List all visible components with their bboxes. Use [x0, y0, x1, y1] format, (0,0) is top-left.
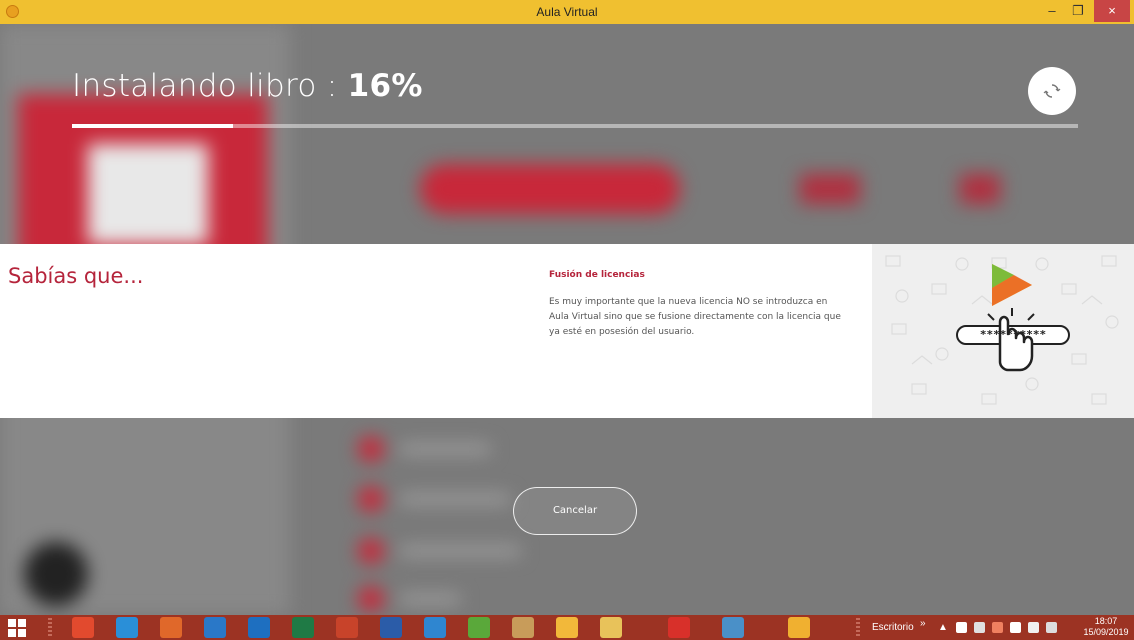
install-progress-bar [72, 124, 1078, 128]
password-field-illustration: ********** [979, 328, 1047, 341]
google-drive-icon[interactable] [556, 617, 578, 638]
install-percent: 16% [347, 68, 423, 104]
powerpoint-icon[interactable] [336, 617, 358, 638]
background-text-line [400, 444, 490, 454]
background-badge [960, 174, 1000, 204]
windows-logo-icon [8, 619, 16, 627]
clock-date: 15/09/2019 [1083, 627, 1129, 637]
window-titlebar: Aula Virtual – ❐ × [0, 0, 1134, 24]
taskbar-separator [856, 618, 860, 638]
chrome-icon[interactable] [72, 617, 94, 638]
background-bullet [358, 436, 384, 462]
background-text-line [400, 594, 460, 604]
utorrent-icon[interactable] [468, 617, 490, 638]
flag-icon[interactable] [1028, 622, 1039, 633]
excel-icon[interactable] [292, 617, 314, 638]
outlook-icon[interactable] [248, 617, 270, 638]
background-text-line [400, 546, 520, 556]
network-sync-icon[interactable] [974, 622, 985, 633]
minimize-button[interactable]: – [1040, 0, 1064, 22]
install-progress-fill [72, 124, 233, 128]
taskbar-separator [48, 618, 52, 638]
antivirus-icon[interactable] [992, 622, 1003, 633]
taskbar-clock[interactable]: 18:07 15/09/2019 [1082, 616, 1130, 638]
notification-icon[interactable] [1046, 622, 1057, 633]
background-bullet [358, 586, 384, 612]
background-book-image [88, 144, 208, 244]
clock-time: 18:07 [1094, 616, 1118, 626]
desktop-toolbar-label[interactable]: Escritorio [872, 615, 914, 640]
windows-logo-icon [8, 629, 16, 637]
tip-illustration: ********** [872, 244, 1134, 418]
internet-explorer-icon[interactable] [116, 617, 138, 638]
network-app-icon[interactable] [722, 617, 744, 638]
background-bullet [358, 486, 384, 512]
tip-title: Fusión de licencias [549, 270, 645, 280]
background-bullet [358, 538, 384, 564]
cloud-icon[interactable] [956, 622, 967, 633]
install-label: Instalando libro : [72, 68, 348, 104]
start-button[interactable] [8, 619, 26, 637]
firefox-icon[interactable] [160, 617, 182, 638]
volume-icon[interactable] [1010, 622, 1021, 633]
word-icon[interactable] [380, 617, 402, 638]
onedrive-icon[interactable] [424, 617, 446, 638]
install-title: Instalando libro : 16% [72, 68, 423, 104]
background-badge [800, 174, 860, 204]
background-round-button [24, 542, 88, 606]
file-explorer-icon[interactable] [600, 617, 622, 638]
reload-button[interactable] [1028, 67, 1076, 115]
windows-logo-icon [18, 629, 26, 637]
aula-virtual-icon[interactable] [788, 617, 810, 638]
paint-icon[interactable] [512, 617, 534, 638]
taskbar: Escritorio » ▲ 18:07 15/09/2019 [0, 615, 1134, 640]
cancel-button[interactable]: Cancelar [513, 487, 637, 535]
close-button[interactable]: × [1094, 0, 1130, 22]
background-text-line [400, 494, 510, 504]
tip-body: Es muy importante que la nueva licencia … [549, 297, 841, 337]
tip-panel: Sabías que... Fusión de licencias Es muy… [0, 244, 1134, 418]
reload-icon [1043, 84, 1061, 98]
maximize-button[interactable]: ❐ [1066, 0, 1090, 22]
window-title: Aula Virtual [536, 5, 598, 19]
media-player-icon[interactable] [204, 617, 226, 638]
acrobat-reader-icon[interactable] [668, 617, 690, 638]
background-button [420, 164, 680, 214]
tip-heading: Sabías que... [8, 264, 144, 288]
tray-arrow-icon[interactable]: ▲ [938, 615, 948, 640]
windows-logo-icon [18, 619, 26, 627]
toolbar-chevron[interactable]: » [920, 611, 926, 636]
